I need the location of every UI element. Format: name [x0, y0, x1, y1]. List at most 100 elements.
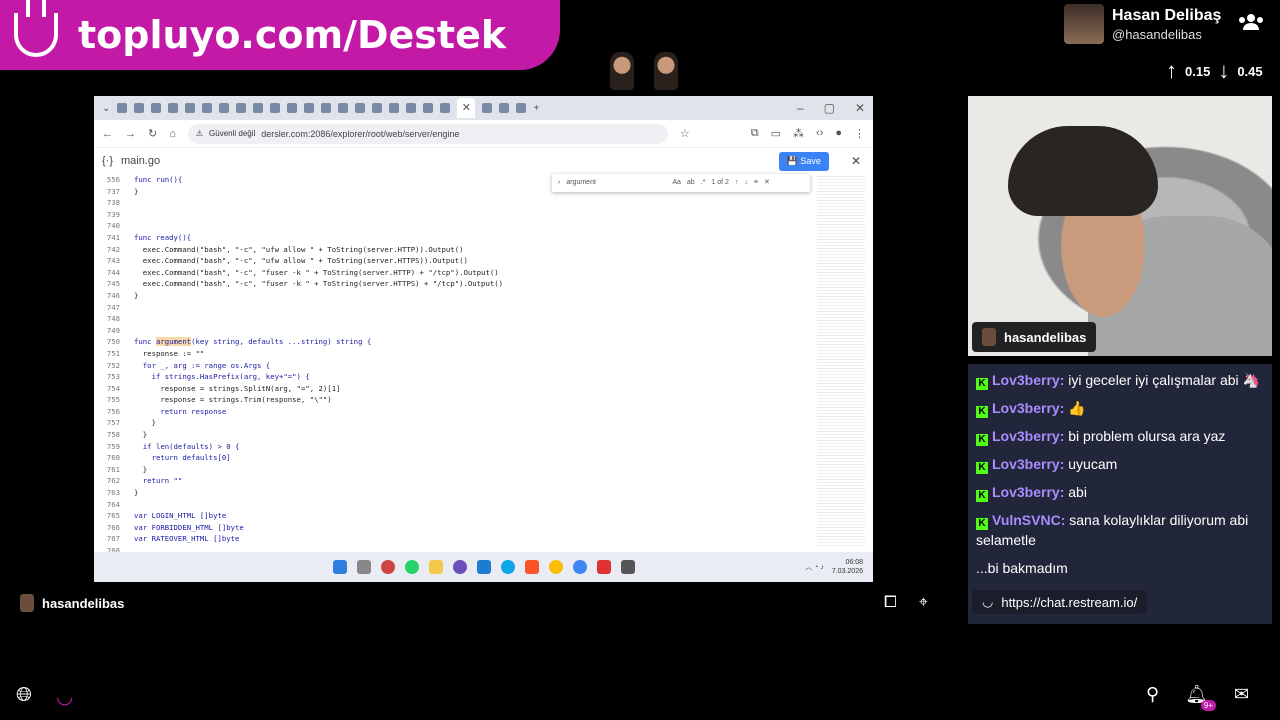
code-line[interactable]: func ready(){ [134, 232, 503, 244]
wifi-icon[interactable]: ︿ ◔ ♪ [805, 563, 824, 572]
find-input[interactable]: argument [566, 177, 666, 189]
chevron-right-icon[interactable]: › [558, 177, 560, 189]
code-line[interactable]: var RATEOVER_HTML []byte [134, 533, 503, 545]
code-line[interactable]: } [134, 429, 503, 441]
profile[interactable]: Hasan Delibaş @hasandelibas [1064, 4, 1221, 44]
code-text[interactable]: func run(){} func ready(){ exec.Command(… [134, 174, 503, 545]
task-view-icon[interactable] [356, 560, 371, 574]
tab-icon[interactable] [406, 103, 417, 113]
tab-icon[interactable] [287, 103, 298, 113]
minimap[interactable] [817, 174, 865, 546]
maximize-icon[interactable]: ▢ [824, 101, 835, 115]
code-line[interactable]: } [134, 290, 503, 302]
reload-icon[interactable]: ↻ [148, 127, 157, 140]
cast-icon[interactable]: ▭ [771, 127, 781, 140]
close-icon[interactable]: ✕ [855, 101, 865, 115]
bell-icon[interactable]: 🔔︎ 9+ [1185, 684, 1217, 711]
app-icon[interactable] [620, 560, 635, 574]
translate-icon[interactable]: ⁂ [793, 127, 804, 140]
code-line[interactable]: var LOGIN_HTML []byte [134, 510, 503, 522]
code-line[interactable] [134, 209, 503, 221]
tab-icon[interactable] [202, 103, 213, 113]
chat-username[interactable]: Lov3berry: [992, 372, 1068, 388]
tab-icon[interactable] [482, 103, 493, 113]
globe-icon[interactable]: 🌐︎ [16, 684, 32, 709]
edge-icon[interactable] [500, 560, 515, 574]
menu-icon[interactable]: ⋮ [854, 127, 865, 140]
whatsapp-icon[interactable] [404, 560, 419, 574]
chat-username[interactable]: Lov3berry: [992, 484, 1068, 500]
regex-icon[interactable]: .* [701, 177, 706, 189]
forward-icon[interactable]: → [125, 128, 136, 140]
code-line[interactable]: var FORBIDDEN_HTML []byte [134, 522, 503, 534]
app-icon[interactable] [596, 560, 611, 574]
tab-icon[interactable] [253, 103, 264, 113]
code-line[interactable]: } [134, 417, 503, 429]
screenshot-icon[interactable]: ⌖ [919, 594, 928, 612]
profile-icon[interactable]: ● [835, 127, 842, 140]
new-tab-icon[interactable]: + [533, 103, 539, 114]
active-tab-close-icon[interactable]: ✕ [457, 98, 476, 118]
chat-username[interactable]: VulnSVNC: [992, 512, 1069, 528]
code-line[interactable] [134, 220, 503, 232]
code-line[interactable]: if len(defaults) > 0 { [134, 441, 503, 453]
back-icon[interactable]: ← [102, 128, 113, 140]
code-line[interactable]: response := "" [134, 348, 503, 360]
chat-username[interactable]: Lov3berry: [992, 456, 1068, 472]
tab-icon[interactable] [321, 103, 332, 113]
tab-icon[interactable] [338, 103, 349, 113]
code-line[interactable]: return defaults[0] [134, 452, 503, 464]
code-line[interactable] [134, 499, 503, 511]
match-case-icon[interactable]: Aa [672, 177, 681, 189]
code-line[interactable]: } [134, 487, 503, 499]
arrow-down-icon[interactable]: ↓ [1218, 60, 1229, 82]
close-file-icon[interactable]: ✕ [851, 154, 861, 168]
code-line[interactable] [134, 302, 503, 314]
chevron-down-icon[interactable]: ⌄ [102, 103, 110, 114]
minimize-icon[interactable]: – [797, 101, 804, 115]
prev-match-icon[interactable]: ↑ [735, 177, 739, 189]
tab-icon[interactable] [185, 103, 196, 113]
chat-username[interactable]: Lov3berry: [992, 428, 1068, 444]
next-match-icon[interactable]: ↓ [744, 177, 748, 189]
tab-icon[interactable] [168, 103, 179, 113]
people-icon[interactable] [1238, 12, 1266, 36]
search-icon[interactable]: ⚲ [1146, 684, 1159, 705]
brave-icon[interactable] [524, 560, 539, 574]
code-line[interactable]: exec.Command("bash", "-c", "ufw allow " … [134, 255, 503, 267]
tab-icon[interactable] [236, 103, 247, 113]
code-line[interactable]: if strings.HasPrefix(arg, key+"=") { [134, 371, 503, 383]
code-line[interactable]: for _, arg := range os.Args { [134, 360, 503, 372]
vscode-icon[interactable] [476, 560, 491, 574]
code-line[interactable]: } [134, 186, 503, 198]
tab-icon[interactable] [151, 103, 162, 113]
tab-icon[interactable] [499, 103, 510, 113]
tab-icon[interactable] [270, 103, 281, 113]
omnibox[interactable]: ⚠ Güvenli değil dersler.com:2086/explore… [187, 123, 668, 144]
tab-icon[interactable] [516, 103, 527, 113]
code-line[interactable]: } [134, 464, 503, 476]
tab-icon[interactable] [134, 103, 145, 113]
code-line[interactable]: exec.Command("bash", "-c", "ufw allow " … [134, 244, 503, 256]
code-line[interactable] [134, 325, 503, 337]
tab-icon[interactable] [304, 103, 315, 113]
code-line[interactable]: response = strings.Trim(response, "\"") [134, 394, 503, 406]
windows-start-icon[interactable] [332, 560, 347, 574]
app-icon[interactable] [452, 560, 467, 574]
mail-icon[interactable]: ✉ [1234, 684, 1249, 705]
tab-icon[interactable] [389, 103, 400, 113]
whole-word-icon[interactable]: ab [687, 177, 695, 189]
code-line[interactable] [134, 313, 503, 325]
tab-icon[interactable] [440, 103, 451, 113]
close-find-icon[interactable]: ✕ [764, 177, 770, 189]
code-line[interactable]: func argument(key string, defaults ...st… [134, 336, 503, 348]
home-icon[interactable]: ⌂ [169, 128, 176, 140]
chrome-icon[interactable] [572, 560, 587, 574]
star-icon[interactable]: ☆ [680, 127, 690, 140]
promo-banner[interactable]: topluyo.com/Destek [0, 0, 560, 70]
code-line[interactable]: exec.Command("bash", "-c", "fuser -k " +… [134, 278, 503, 290]
save-button[interactable]: 💾 Save [778, 151, 829, 171]
folder-icon[interactable] [428, 560, 443, 574]
tab-icon[interactable] [117, 103, 128, 113]
code-line[interactable]: exec.Command("bash", "-c", "fuser -k " +… [134, 267, 503, 279]
